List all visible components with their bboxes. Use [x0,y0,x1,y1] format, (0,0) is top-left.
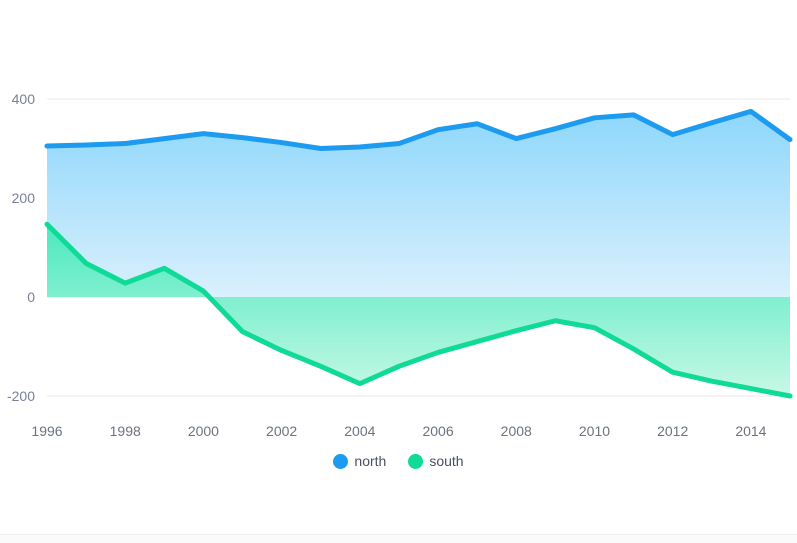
area-chart-widget: 400 200 0 -200 1996 1998 2000 2002 2004 2006 2008… [0,0,797,543]
chart-area-fills [47,111,790,396]
x-axis-tick-label: 2008 [501,423,532,439]
x-axis-tick-label: 2010 [579,423,610,439]
legend-item-north[interactable]: north [333,453,387,469]
x-axis-tick-labels: 1996 1998 2000 2002 2004 2006 2008 2010 2012 2014 [31,423,766,439]
circle-marker-icon [333,453,349,469]
y-axis-tick-label: 200 [12,190,36,206]
x-axis-tick-label: 2004 [344,423,375,439]
y-axis-tick-label: 0 [27,289,35,305]
chart-legend[interactable]: north south [0,448,797,474]
x-axis-tick-label: 2002 [266,423,297,439]
legend-label-north: north [354,453,387,469]
y-axis-tick-label: -200 [7,388,35,404]
chart-plot-area[interactable]: 400 200 0 -200 1996 1998 2000 2002 2004 2006 2008… [0,0,797,480]
x-axis-tick-label: 1998 [110,423,141,439]
legend-label-south: south [429,453,464,469]
x-axis-tick-label: 2000 [188,423,219,439]
legend-item-south[interactable]: south [408,453,464,469]
bottom-strip [0,535,797,543]
x-axis-tick-label: 1996 [31,423,62,439]
x-axis-tick-label: 2012 [657,423,688,439]
x-axis-tick-label: 2014 [735,423,766,439]
x-axis-tick-label: 2006 [422,423,453,439]
y-axis-tick-label: 400 [12,91,36,107]
chart-svg[interactable]: 4002000-200 1996 1998 2000 2002 2004 2006 2008… [0,0,797,480]
y-axis-tick-labels: 400 200 0 -200 [7,91,35,404]
circle-marker-icon [408,453,424,469]
